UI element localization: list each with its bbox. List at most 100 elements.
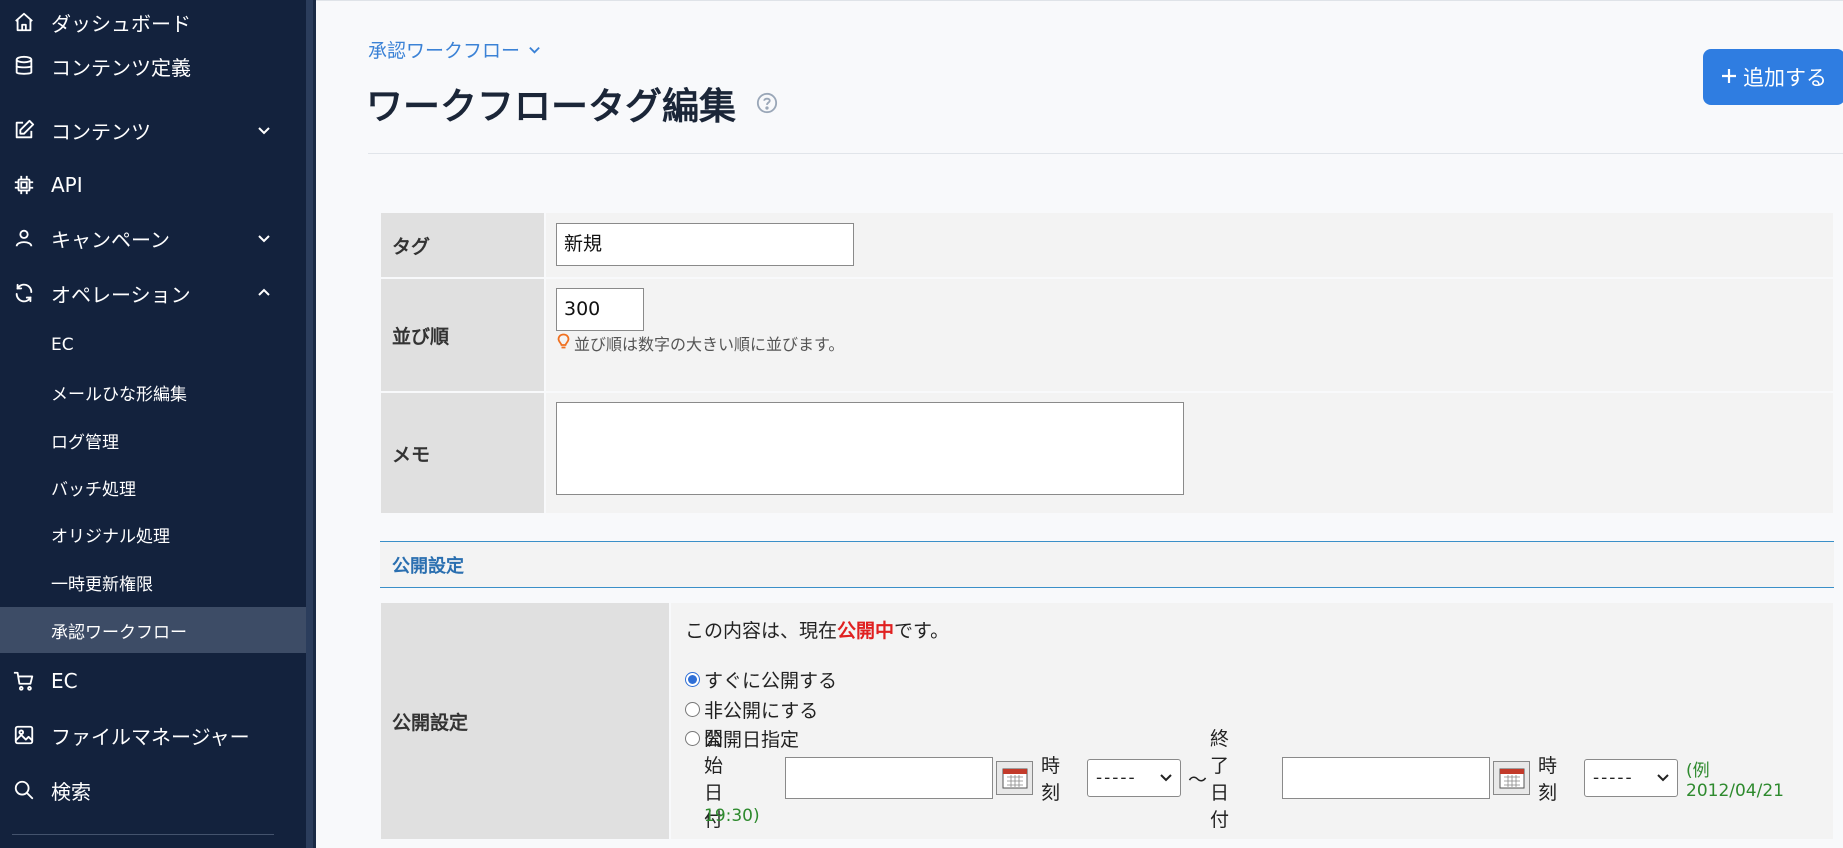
sidebar-item-api[interactable]: API [0,163,306,207]
time-label: 時刻 [1538,755,1558,804]
chip-icon [12,173,36,197]
sidebar-subitem-log[interactable]: ログ管理 [0,417,306,463]
sidebar-item-search[interactable]: 検索 [0,768,306,812]
start-date-input[interactable] [785,757,993,799]
chevron-up-icon [255,284,273,302]
sidebar-item-operation[interactable]: オペレーション [0,271,306,315]
help-icon[interactable] [756,92,778,114]
database-icon [12,54,36,78]
sidebar-subitem-original[interactable]: オリジナル処理 [0,511,306,557]
calendar-icon[interactable] [996,761,1033,795]
sidebar-item-label: コンテンツ [51,119,151,144]
memo-label: メモ [381,393,544,513]
sidebar-subitem-label: メールひな形編集 [51,384,187,405]
start-time-select[interactable]: ----- [1087,759,1181,797]
publish-label: 公開設定 [381,603,669,839]
sort-label: 並び順 [381,279,544,391]
user-icon [12,226,36,250]
sort-value-cell: 300 並び順は数字の大きい順に並びます。 [546,279,1833,391]
sidebar-divider [12,834,274,835]
cart-icon [12,669,36,693]
plus-icon [1721,65,1737,89]
add-button-label: 追加する [1743,66,1827,90]
status-suffix: です。 [894,620,950,642]
add-button[interactable]: 追加する [1703,49,1843,105]
status-prefix: この内容は、現在 [685,620,838,642]
sidebar-subitem-ec[interactable]: EC [0,322,306,368]
radio-scheduled[interactable]: 公開日指定 [685,725,799,752]
lightbulb-icon [557,333,570,354]
form-row-sort: 並び順 300 並び順は数字の大きい順に並びます。 [381,279,1833,391]
sidebar-subitem-label: バッチ処理 [51,479,136,500]
sidebar-item-dashboard[interactable]: ダッシュボード [0,0,306,44]
status-highlight: 公開中 [837,620,895,642]
header-divider [368,153,1843,154]
breadcrumb[interactable]: 承認ワークフロー [368,36,541,63]
radio-unpublish[interactable]: 非公開にする [685,696,818,723]
sidebar-item-ec[interactable]: EC [0,659,306,703]
sidebar-item-content-definition[interactable]: コンテンツ定義 [0,44,306,88]
sidebar-subitem-label: EC [51,335,74,355]
radio-button[interactable] [685,702,700,717]
end-date-label: 終了日付 [1210,728,1230,831]
chevron-down-icon [255,229,273,247]
form-row-publish: 公開設定 この内容は、現在公開中です。 すぐに公開する 非公開にする 公開日指定… [381,603,1833,839]
publish-status: この内容は、現在公開中です。 [685,616,949,643]
page-title: ワークフロータグ編集 [366,76,778,130]
sort-hint: 並び順は数字の大きい順に並びます。 [557,331,844,355]
main-content: 承認ワークフロー ワークフロータグ編集 追加する タグ 新規 並び順 300 並… [316,0,1843,848]
sidebar-item-label: オペレーション [51,282,191,307]
form-row-tag: タグ 新規 [381,213,1833,277]
radio-button[interactable] [685,731,700,746]
radio-button[interactable] [685,672,700,687]
chevron-down-icon [255,121,273,139]
publish-value-cell: この内容は、現在公開中です。 すぐに公開する 非公開にする 公開日指定 開始日付 [671,603,1833,839]
end-time-select[interactable]: ----- [1584,759,1678,797]
chevron-down-icon [1160,774,1172,782]
sidebar-item-contents[interactable]: コンテンツ [0,108,306,152]
sidebar-subitem-label: 承認ワークフロー [51,622,187,643]
sidebar-item-label: API [51,173,83,197]
memo-textarea[interactable] [556,402,1184,495]
memo-value-cell [546,393,1833,513]
section-header-publish: 公開設定 [380,541,1834,588]
sidebar-subitem-batch[interactable]: バッチ処理 [0,464,306,510]
tag-input[interactable]: 新規 [556,223,854,266]
radio-label: 非公開にする [704,700,819,722]
radio-publish-now[interactable]: すぐに公開する [685,666,837,693]
end-date-input[interactable] [1282,757,1490,799]
form-row-memo: メモ [381,393,1833,513]
date-example-cont: 19:30) [704,806,760,826]
sidebar-subitem-approval-workflow[interactable]: 承認ワークフロー [0,607,306,653]
range-separator: 〜 [1188,768,1208,791]
sidebar-subitem-mail-template[interactable]: メールひな形編集 [0,369,306,415]
sidebar-item-label: コンテンツ定義 [51,55,191,80]
sidebar-subitem-temp-permission[interactable]: 一時更新権限 [0,559,306,605]
chevron-down-icon [528,39,541,61]
edit-icon [12,118,36,142]
sidebar-item-file-manager[interactable]: ファイルマネージャー [0,713,306,757]
refresh-icon [12,281,36,305]
image-icon [12,723,36,747]
sidebar-subitem-label: ログ管理 [51,432,119,453]
sort-input[interactable]: 300 [556,288,644,331]
page-title-text: ワークフロータグ編集 [366,85,736,128]
sort-hint-text: 並び順は数字の大きい順に並びます。 [574,335,845,354]
date-example: (例 2012/04/21 [1686,760,1784,801]
home-icon [12,10,36,34]
sidebar-item-label: ダッシュボード [51,11,191,36]
tag-label: タグ [381,213,544,277]
sidebar-item-label: キャンペーン [51,227,170,252]
time-select-value: ----- [1593,768,1634,788]
radio-label: すぐに公開する [704,670,838,692]
sidebar-item-label: ファイルマネージャー [51,724,250,749]
sidebar-item-campaign[interactable]: キャンペーン [0,216,306,260]
breadcrumb-label: 承認ワークフロー [368,40,521,62]
top-border [316,0,1843,1]
search-icon [12,778,36,802]
time-label: 時刻 [1041,755,1061,804]
sidebar-subitem-label: オリジナル処理 [51,526,170,547]
sidebar-item-label: EC [51,669,78,693]
start-date-label: 開始日付 [704,728,724,831]
calendar-icon[interactable] [1493,761,1530,795]
